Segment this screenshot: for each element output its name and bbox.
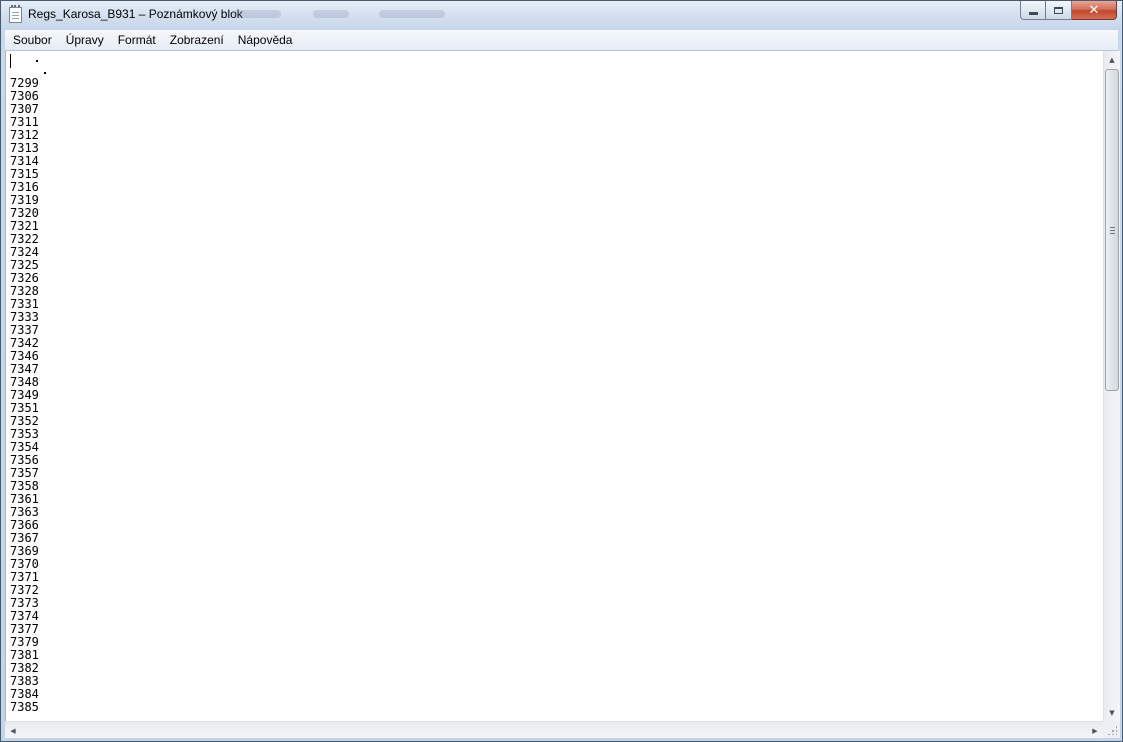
text-lines: 7299 7306 7307 7311 7312 7313 7314 7315 7316 7319… [10, 77, 39, 714]
horizontal-scrollbar[interactable]: ◀ ▶ [5, 721, 1103, 738]
vertical-scrollbar[interactable]: ▲ ▼ [1103, 51, 1120, 721]
title-bar[interactable]: Regs_Karosa_B931 – Poznámkový blok ✕ [1, 1, 1122, 30]
menu-format[interactable]: Formát [111, 30, 163, 50]
vertical-scroll-thumb[interactable] [1105, 69, 1119, 391]
background-blur [379, 10, 445, 18]
text-dot [44, 72, 46, 74]
menu-soubor[interactable]: Soubor [5, 30, 59, 50]
background-blur [233, 10, 281, 18]
resize-grip-icon [1107, 725, 1117, 735]
grip-icon [1110, 227, 1115, 234]
size-grip[interactable] [1103, 721, 1120, 738]
menu-napoveda[interactable]: Nápověda [231, 30, 300, 50]
caption-buttons: ✕ [1020, 1, 1117, 20]
notepad-icon[interactable] [9, 5, 22, 23]
maximize-button[interactable] [1046, 1, 1072, 20]
minimize-icon [1028, 12, 1038, 15]
menu-upravy[interactable]: Úpravy [59, 30, 111, 50]
minimize-button[interactable] [1020, 1, 1046, 20]
text-caret [10, 54, 11, 68]
text-line: 7385 [10, 700, 39, 714]
window-title: Regs_Karosa_B931 – Poznámkový blok [28, 7, 243, 21]
text-editor[interactable]: 7299 7306 7307 7311 7312 7313 7314 7315 7316 7319… [5, 51, 1104, 721]
scroll-down-arrow-icon[interactable]: ▼ [1104, 704, 1120, 721]
scroll-left-arrow-icon[interactable]: ◀ [5, 722, 21, 739]
maximize-icon [1054, 6, 1063, 14]
menu-zobrazeni[interactable]: Zobrazení [163, 30, 231, 50]
text-dot [36, 60, 38, 62]
scroll-up-arrow-icon[interactable]: ▲ [1104, 51, 1120, 68]
scroll-right-arrow-icon[interactable]: ▶ [1087, 722, 1103, 739]
background-blur [313, 10, 349, 18]
close-icon: ✕ [1088, 2, 1100, 18]
close-button[interactable]: ✕ [1072, 1, 1117, 20]
menu-bar: Soubor Úpravy Formát Zobrazení Nápověda [5, 30, 1118, 51]
notepad-window: Regs_Karosa_B931 – Poznámkový blok ✕ Sou… [0, 0, 1123, 742]
